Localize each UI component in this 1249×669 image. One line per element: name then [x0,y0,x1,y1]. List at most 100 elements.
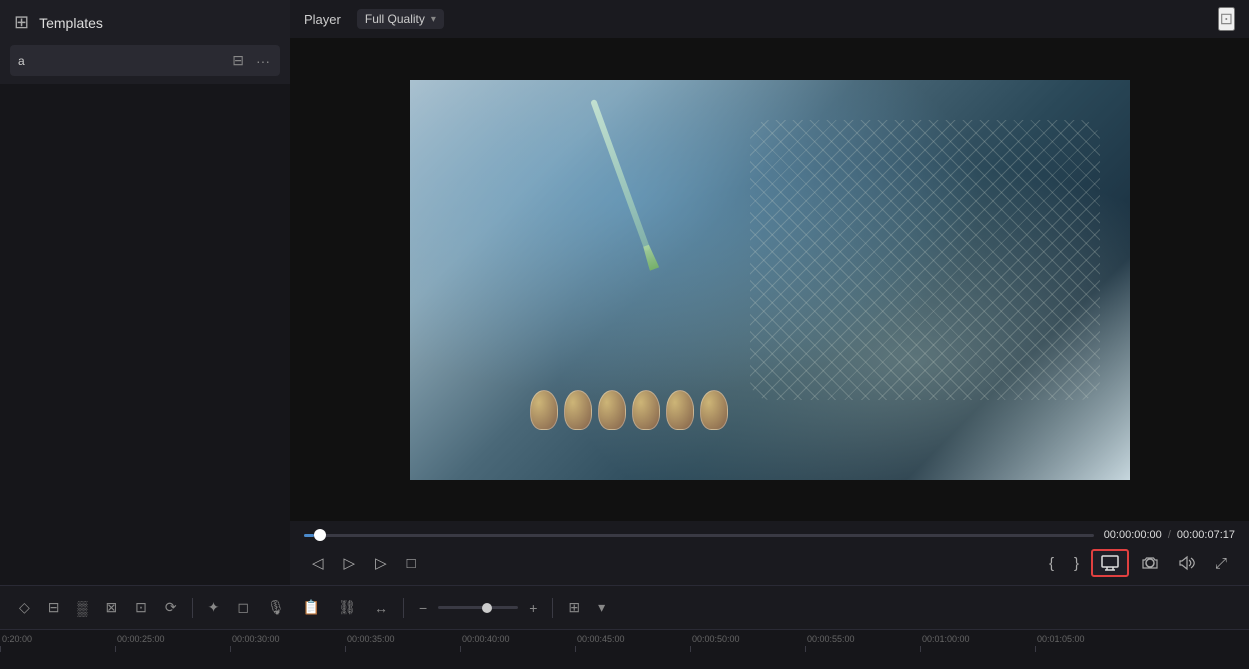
timeline-mark: 00:00:35:00 [345,634,460,652]
player-area: Player Full Quality ▾ ⊡ [290,0,1249,585]
timeline-label: 00:00:55:00 [805,634,855,644]
fullscreen-button[interactable]: ⤢ [1207,551,1235,576]
timeline-label: 00:01:05:00 [1035,634,1085,644]
video-preview [410,80,1130,480]
progress-track[interactable] [304,534,1094,537]
timeline-label: 0:20:00 [0,634,32,644]
left-panel: ⊞ Templates ⊟ ··· [0,0,290,585]
more-options-button[interactable]: ▾ [591,594,612,621]
search-input[interactable] [18,54,224,68]
filter-icon[interactable]: ⊟ [230,50,246,71]
panel-title: Templates [39,15,103,31]
scene-tool-button[interactable]: ⛓ [331,594,363,621]
timeline-tick [690,646,691,652]
subtitle-tool-button[interactable]: ⊡ [128,594,154,621]
monitor-svg-icon [1101,555,1119,571]
timeline-tick [460,646,461,652]
mesh-visual [750,120,1100,400]
mask-tool-button[interactable]: ◻ [230,594,256,621]
timeline-mark: 00:00:40:00 [460,634,575,652]
edit-tool-button[interactable]: ⊟ [41,594,67,621]
timeline-label: 00:00:30:00 [230,634,280,644]
vial-2 [564,390,592,430]
timeline-mark: 00:00:30:00 [230,634,345,652]
audio-sync-button[interactable]: ↔ [367,595,395,621]
toolbar-separator-3 [552,598,553,618]
audio-svg-icon [1179,555,1195,571]
timeline-mark: 00:00:55:00 [805,634,920,652]
timeline-label: 00:00:35:00 [345,634,395,644]
timeline-tick [805,646,806,652]
timeline-mark: 00:01:05:00 [1035,634,1150,652]
layout-button[interactable]: ⊞ [561,594,587,621]
more-icon[interactable]: ··· [254,51,272,71]
timeline-tick [575,646,576,652]
zoom-in-button[interactable]: + [522,595,544,621]
zoom-thumb[interactable] [482,603,492,613]
timeline-mark: 0:20:00 [0,634,115,652]
panel-content [0,84,290,585]
timeline-tick [345,646,346,652]
step-back-button[interactable]: ◁ [304,550,332,576]
quality-select[interactable]: Full Quality ▾ [357,9,444,29]
fx-tool-button[interactable]: ✦ [201,594,227,621]
notes-tool-button[interactable]: 📋 [296,594,327,621]
timeline-mark: 00:00:45:00 [575,634,690,652]
time-display: 00:00:00:00 / 00:00:07:17 [1104,529,1235,541]
in-point-button[interactable]: { [1041,551,1062,576]
timeline-label: 00:00:45:00 [575,634,625,644]
quality-label: Full Quality [365,12,425,26]
vials-visual [530,390,728,430]
out-point-button[interactable]: } [1066,551,1087,576]
timeline-mark: 00:00:25:00 [115,634,230,652]
zoom-out-button[interactable]: − [412,595,434,621]
retime-tool-button[interactable]: ⟳ [158,594,184,621]
topbar-right: ⊡ [1218,7,1235,31]
timeline-tick [115,646,116,652]
templates-icon: ⊞ [14,12,29,33]
progress-bar-row: 00:00:00:00 / 00:00:07:17 [304,529,1235,541]
player-controls: 00:00:00:00 / 00:00:07:17 ◁ ▷ ▷ □ { } [290,521,1249,585]
progress-fill [304,534,314,537]
monitor-icon[interactable]: ⊡ [1218,7,1235,31]
search-bar[interactable]: ⊟ ··· [10,45,280,76]
vial-1 [530,390,558,430]
chevron-down-icon: ▾ [431,14,436,25]
timeline-label: 00:00:50:00 [690,634,740,644]
step-forward-button[interactable]: ▷ [336,550,364,576]
video-background [410,80,1130,480]
bottom-toolbar: ◇ ⊟ ▒ ⊠ ⊡ ⟳ ✦ ◻ 🎙 📋 ⛓ ↔ − + ⊞ ▾ [0,585,1249,629]
panel-header: ⊞ Templates [0,0,290,41]
audio-button[interactable] [1171,551,1203,575]
timeline-tick [0,646,1,652]
play-button[interactable]: ▷ [367,550,395,576]
monitor-button[interactable] [1091,549,1129,577]
timeline-mark: 00:01:00:00 [920,634,1035,652]
toolbar-separator-1 [192,598,193,618]
toolbar-separator-2 [403,598,404,618]
vial-5 [666,390,694,430]
timeline-ruler: 0:20:00 00:00:25:0000:00:30:00 00:00:35:00… [0,630,1249,652]
camera-svg-icon [1141,555,1159,571]
timeline-mark: 00:00:50:00 [690,634,805,652]
controls-row: ◁ ▷ ▷ □ { } [304,549,1235,577]
multicam-tool-button[interactable]: ▒ [71,595,95,621]
mic-tool-button[interactable]: 🎙 [260,594,292,621]
stop-button[interactable]: □ [399,551,424,576]
timeline-label: 00:01:00:00 [920,634,970,644]
zoom-track[interactable] [438,606,518,609]
zoom-controls: − + [412,595,544,621]
trim-tool-button[interactable]: ⊠ [98,594,124,621]
player-label: Player [304,12,341,27]
timeline-tick [230,646,231,652]
progress-thumb[interactable] [314,529,326,541]
timeline-area: 0:20:00 00:00:25:0000:00:30:00 00:00:35:00… [0,629,1249,669]
vial-4 [632,390,660,430]
vial-6 [700,390,728,430]
camera-button[interactable] [1133,551,1167,575]
time-total: 00:00:07:17 [1177,529,1235,541]
select-tool-button[interactable]: ◇ [12,594,37,621]
timeline-tick [920,646,921,652]
time-current: 00:00:00:00 [1104,529,1162,541]
vial-3 [598,390,626,430]
